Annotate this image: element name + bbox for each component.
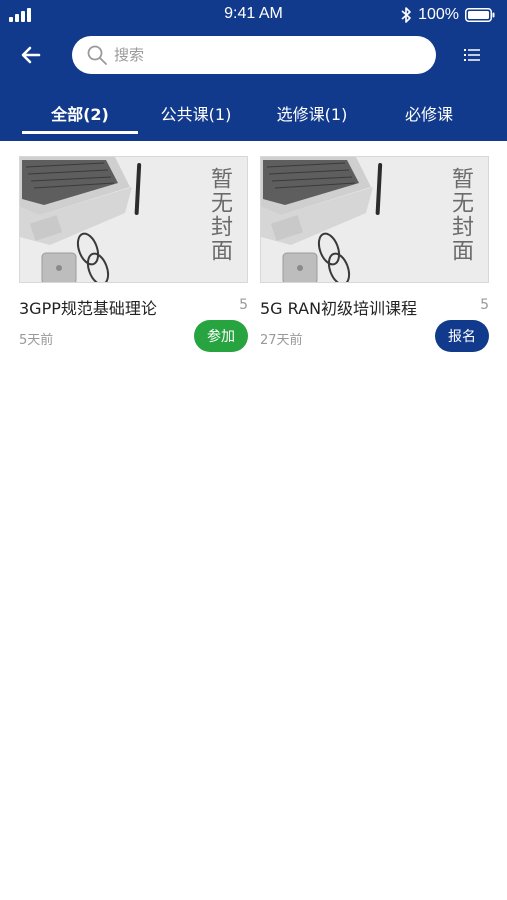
course-count: 5 xyxy=(480,297,489,313)
course-date: 5天前 xyxy=(19,333,54,348)
back-button[interactable] xyxy=(16,40,46,70)
arrow-left-icon xyxy=(21,46,41,64)
list-menu-icon[interactable] xyxy=(461,44,483,66)
course-title[interactable]: 3GPP规范基础理论 xyxy=(19,295,157,319)
cover-placeholder-text: 暂无封面 xyxy=(448,167,473,263)
search-input[interactable] xyxy=(114,46,414,64)
tab-public[interactable]: 公共课(1) xyxy=(143,96,249,141)
search-bar[interactable] xyxy=(72,36,436,74)
battery-icon xyxy=(465,8,495,22)
bluetooth-icon xyxy=(401,7,411,23)
course-count: 5 xyxy=(239,297,248,313)
battery-percent: 100% xyxy=(418,6,459,23)
course-cover-image: 暂无封面 xyxy=(19,156,248,283)
app-header: 9:41 AM 100% 搜索 全部(2) 公共课(1) 选修课(1) 必修课 xyxy=(0,0,507,141)
join-button[interactable]: 参加 xyxy=(194,320,248,352)
course-title[interactable]: 5G RAN初级培训课程 xyxy=(260,295,417,319)
tab-all[interactable]: 全部(2) xyxy=(22,96,138,141)
category-tabs: 全部(2) 公共课(1) 选修课(1) 必修课 xyxy=(0,96,507,141)
tab-required[interactable]: 必修课 xyxy=(376,96,482,141)
enroll-button[interactable]: 报名 xyxy=(435,320,489,352)
status-right: 100% xyxy=(400,4,495,26)
status-bar: 9:41 AM 100% xyxy=(0,0,507,30)
course-cover-image: 暂无封面 xyxy=(260,156,489,283)
cover-placeholder-text: 暂无封面 xyxy=(207,167,232,263)
tab-elective[interactable]: 选修课(1) xyxy=(259,96,365,141)
search-icon xyxy=(87,45,107,65)
active-tab-indicator xyxy=(22,131,138,134)
course-card[interactable]: 暂无封面 3GPP规范基础理论 5 5天前 参加 xyxy=(19,156,248,356)
course-card[interactable]: 暂无封面 5G RAN初级培训课程 5 27天前 报名 xyxy=(260,156,489,356)
course-date: 27天前 xyxy=(260,333,303,348)
